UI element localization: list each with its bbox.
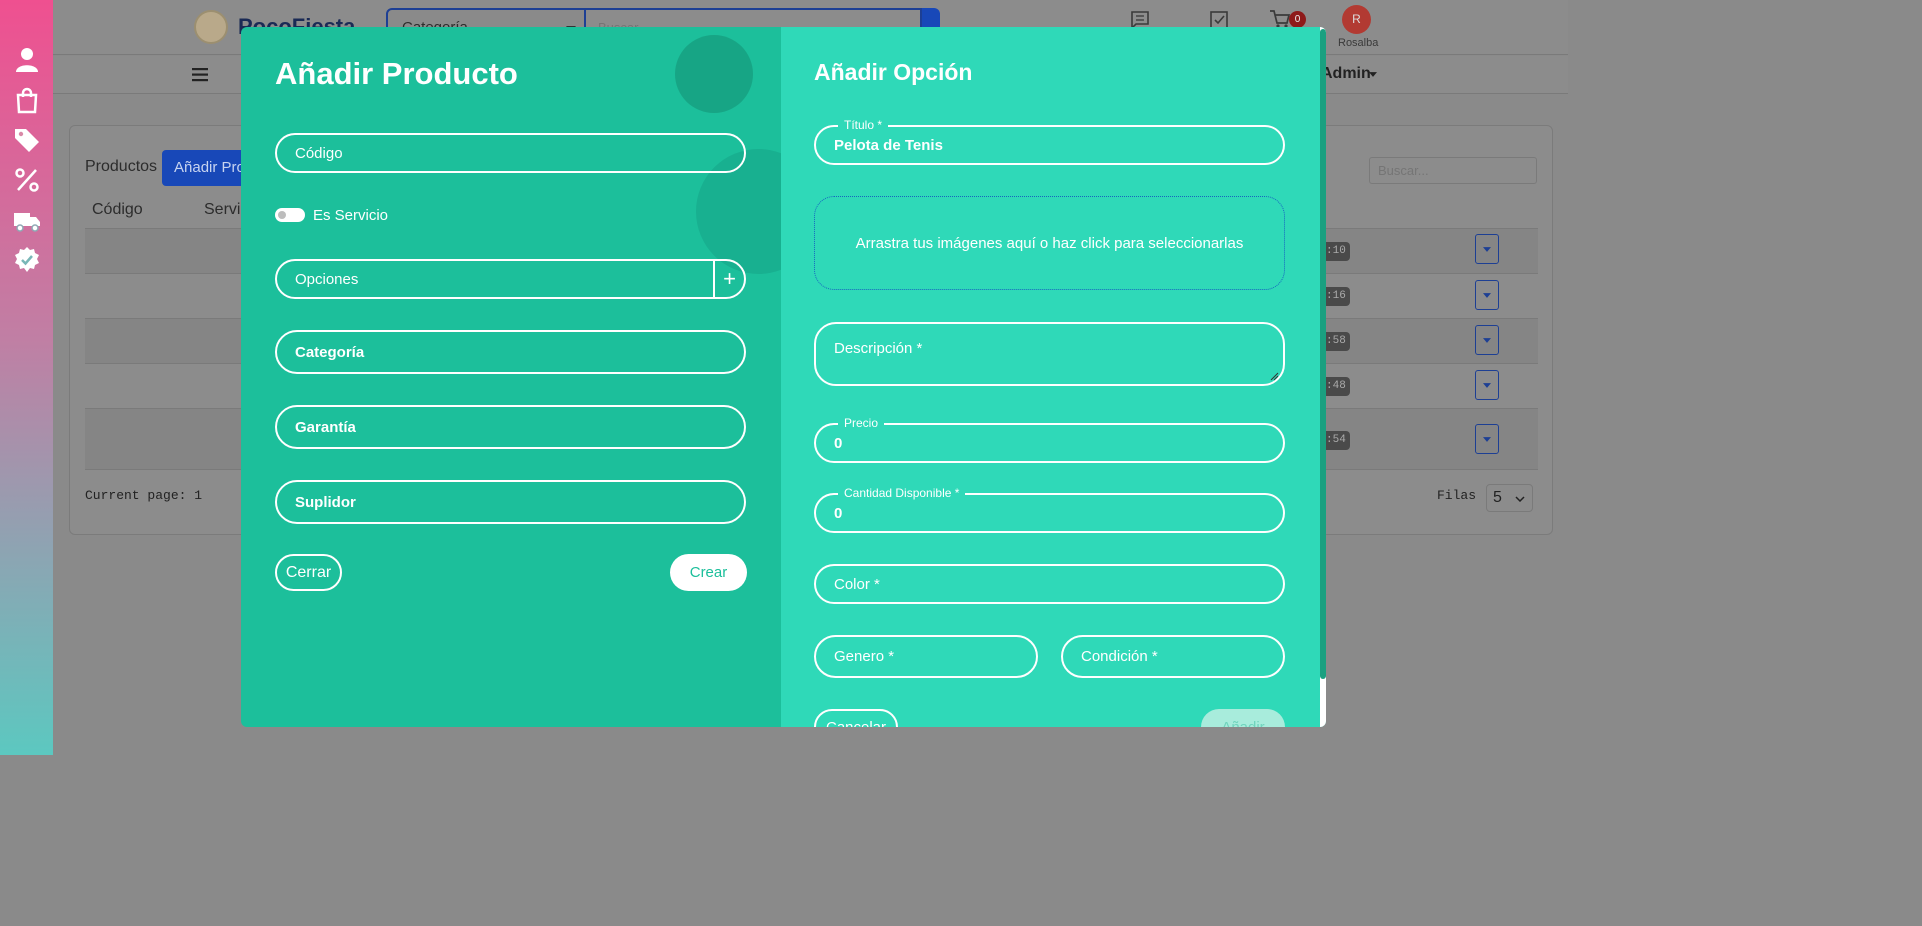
tab-add-label: Añadir Pro <box>174 159 245 176</box>
resize-handle-icon[interactable] <box>1269 371 1279 381</box>
time-badge: :58 <box>1326 332 1350 351</box>
warranty-field[interactable]: Garantía <box>275 405 746 449</box>
condition-field[interactable]: Condición * <box>1061 635 1285 678</box>
row-dropdown-button[interactable] <box>1475 325 1499 355</box>
user-icon[interactable] <box>13 46 41 74</box>
row-dropdown-button[interactable] <box>1475 280 1499 310</box>
code-placeholder: Código <box>295 144 343 162</box>
row-dropdown-button[interactable] <box>1475 424 1499 454</box>
add-button-label: Añadir <box>1221 718 1265 728</box>
add-product-title: Añadir Producto <box>275 56 518 91</box>
create-button[interactable]: Crear <box>670 554 747 591</box>
decorative-circle <box>675 35 753 113</box>
caret-down-icon <box>1483 383 1491 388</box>
tab-add-product[interactable]: Añadir Pro <box>162 150 252 186</box>
add-product-modal: Añadir Producto Código Es Servicio Opcio… <box>241 27 1326 727</box>
description-placeholder: Descripción * <box>834 340 923 357</box>
row-dropdown-button[interactable] <box>1475 234 1499 264</box>
warranty-placeholder: Garantía <box>295 418 356 436</box>
title-legend: Título * <box>838 118 889 132</box>
image-dropzone[interactable]: Arrastra tus imágenes aquí o haz click p… <box>814 196 1285 290</box>
toggle-knob <box>278 211 286 219</box>
quantity-legend: Cantidad Disponible * <box>838 486 966 500</box>
hamburger-menu-icon[interactable] <box>192 68 208 82</box>
caret-down-icon <box>1483 437 1491 442</box>
cart-icon[interactable] <box>1269 9 1291 29</box>
current-page-text: Current page: 1 <box>85 488 203 503</box>
caret-down-icon <box>1483 338 1491 343</box>
rows-per-page-label: Filas <box>1437 488 1477 503</box>
add-option-panel: Añadir Opción Pelota de Tenis Título * A… <box>781 27 1326 727</box>
price-field[interactable]: 0 <box>814 423 1285 463</box>
category-placeholder: Categoría <box>295 343 365 361</box>
supplier-field[interactable]: Suplidor <box>275 480 746 524</box>
avatar[interactable]: R <box>1342 5 1371 34</box>
time-badge: :48 <box>1326 377 1350 396</box>
gender-field[interactable]: Genero * <box>814 635 1038 678</box>
shopping-bag-icon[interactable] <box>13 86 41 114</box>
add-product-panel: Añadir Producto Código Es Servicio Opcio… <box>241 27 781 727</box>
avatar-initial: R <box>1352 12 1361 26</box>
add-option-title: Añadir Opción <box>814 59 973 85</box>
cancel-button[interactable]: Cancelar <box>814 709 898 727</box>
caret-down-icon <box>1483 293 1491 298</box>
sidebar <box>0 0 53 755</box>
caret-down-icon <box>1483 247 1491 252</box>
admin-caret-icon <box>1369 72 1377 77</box>
rows-per-page-value: 5 <box>1493 489 1502 506</box>
options-placeholder: Opciones <box>295 270 359 288</box>
cancel-button-label: Cancelar <box>825 718 887 728</box>
brand-logo[interactable] <box>194 10 228 44</box>
price-legend: Precio <box>838 416 885 430</box>
quantity-value: 0 <box>834 504 843 522</box>
chevron-down-icon <box>1515 496 1525 502</box>
category-field[interactable]: Categoría <box>275 330 746 374</box>
admin-menu[interactable]: Admin <box>1321 65 1371 83</box>
price-value: 0 <box>834 434 843 452</box>
user-name: Rosalba <box>1338 37 1379 49</box>
time-badge: :16 <box>1326 287 1350 306</box>
truck-icon[interactable] <box>13 206 41 234</box>
time-badge: :54 <box>1326 431 1350 450</box>
close-button-label: Cerrar <box>285 563 332 581</box>
dropzone-text: Arrastra tus imágenes aquí o haz click p… <box>855 234 1244 252</box>
verified-badge-icon[interactable] <box>13 246 41 274</box>
tag-icon[interactable] <box>13 126 41 154</box>
code-field[interactable]: Código <box>275 133 746 173</box>
percent-icon[interactable] <box>13 166 41 194</box>
cart-count-badge: 0 <box>1289 11 1306 28</box>
rows-per-page-select[interactable]: 5 <box>1486 484 1533 512</box>
add-button[interactable]: Añadir <box>1201 709 1285 727</box>
title-value: Pelota de Tenis <box>834 136 943 154</box>
service-label: Es Servicio <box>313 207 389 224</box>
time-badge: :10 <box>1326 242 1350 261</box>
options-field[interactable]: Opciones + <box>275 259 746 299</box>
condition-placeholder: Condición * <box>1081 648 1158 665</box>
column-header-code: Código <box>92 201 143 218</box>
service-toggle[interactable] <box>275 208 305 222</box>
table-search-input[interactable] <box>1369 157 1537 184</box>
row-dropdown-button[interactable] <box>1475 370 1499 400</box>
color-field[interactable]: Color * <box>814 564 1285 604</box>
scrollbar[interactable] <box>1320 27 1326 727</box>
description-textarea[interactable]: Descripción * <box>814 322 1285 386</box>
gender-placeholder: Genero * <box>834 648 895 665</box>
add-option-button[interactable]: + <box>713 261 744 297</box>
plus-icon: + <box>723 266 736 291</box>
supplier-placeholder: Suplidor <box>295 493 356 511</box>
scrollbar-thumb[interactable] <box>1320 29 1326 679</box>
create-button-label: Crear <box>689 564 728 581</box>
color-placeholder: Color * <box>834 575 880 593</box>
tab-products[interactable]: Productos <box>85 158 157 176</box>
close-button[interactable]: Cerrar <box>275 554 342 591</box>
